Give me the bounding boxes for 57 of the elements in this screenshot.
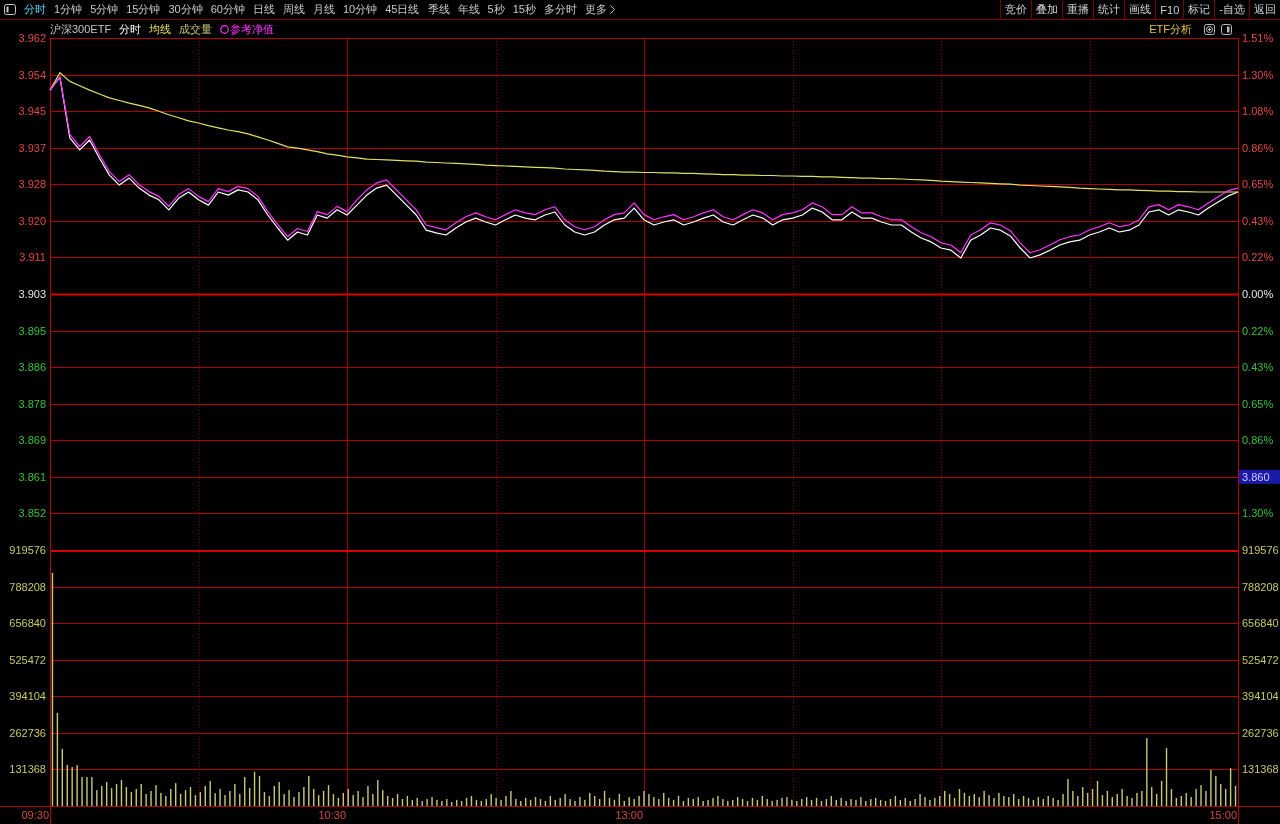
- volume-axis-label: 919576: [9, 544, 46, 556]
- time-axis-label: 15:00: [1209, 809, 1237, 821]
- percent-axis-label: 0.86%: [1242, 141, 1274, 154]
- price-axis-label: 3.954: [18, 68, 46, 81]
- percent-axis-label: 1.51%: [1242, 32, 1274, 44]
- price-marker: 3.860: [1239, 469, 1280, 484]
- time-axis-label: 13:00: [615, 809, 643, 821]
- volume-axis-label: 131368: [1242, 763, 1279, 776]
- percent-axis-label: 0.43%: [1242, 214, 1274, 227]
- time-axis-label: 10:30: [318, 809, 346, 821]
- volume-axis-label: 394104: [1242, 690, 1279, 703]
- percent-axis-label: 1.08%: [1242, 105, 1274, 118]
- volume-axis-label: 525472: [9, 653, 46, 666]
- panel-icon[interactable]: [4, 4, 16, 15]
- volume-axis-label: 262736: [1242, 726, 1279, 739]
- ring-icon: [220, 24, 230, 34]
- volume-axis-label: 656840: [9, 617, 46, 630]
- volume-axis-label: 788208: [1242, 580, 1279, 593]
- percent-axis-label: 0.65%: [1242, 397, 1274, 410]
- price-axis-label: 3.886: [18, 361, 46, 374]
- price-axis-label: 3.852: [18, 507, 46, 520]
- percent-axis-label: 0.22%: [1242, 324, 1274, 337]
- price-axis-label: 3.861: [18, 470, 46, 483]
- chevron-icon: [609, 5, 615, 14]
- price-axis-label: 3.928: [18, 178, 46, 191]
- price-axis-label: 3.962: [18, 32, 46, 44]
- volume-axis-label: 394104: [9, 690, 46, 703]
- legend-item[interactable]: 分时: [119, 21, 142, 37]
- price-axis-label: 3.920: [18, 214, 46, 227]
- legend-item[interactable]: 均线: [149, 21, 172, 37]
- price-axis-label: 3.911: [19, 251, 46, 264]
- price-axis-label: 3.903: [18, 288, 46, 300]
- etf-analysis-link[interactable]: ETF分析: [1149, 21, 1192, 37]
- price-axis-label: 3.945: [18, 105, 46, 118]
- percent-axis-label: 0.43%: [1242, 361, 1274, 374]
- security-name: 沪深300ETF: [50, 21, 112, 37]
- time-axis-label: 09:30: [21, 809, 49, 821]
- plus-circle-icon[interactable]: [1204, 23, 1215, 35]
- volume-axis-label: 656840: [1242, 617, 1279, 630]
- legend-item[interactable]: 参考净值: [220, 21, 275, 37]
- percent-axis-label: 0.65%: [1242, 178, 1274, 191]
- percent-axis-label: 1.30%: [1242, 68, 1274, 81]
- volume-axis-label: 788208: [9, 580, 46, 593]
- percent-axis-label: 0.86%: [1242, 434, 1274, 447]
- percent-axis-label: 0.00%: [1242, 288, 1274, 300]
- price-axis-label: 3.869: [18, 434, 46, 447]
- price-axis-label: 3.895: [18, 324, 46, 337]
- volume-axis-label: 262736: [9, 726, 46, 739]
- volume-axis-label: 919576: [1242, 544, 1279, 556]
- percent-axis-label: 1.30%: [1242, 507, 1274, 520]
- panel-icon[interactable]: [1221, 23, 1232, 35]
- legend-item[interactable]: 成交量: [179, 21, 213, 37]
- percent-axis-label: 0.22%: [1242, 251, 1274, 264]
- volume-axis-label: 131368: [9, 763, 46, 776]
- price-axis-label: 3.878: [18, 397, 46, 410]
- price-axis-label: 3.937: [18, 141, 46, 154]
- volume-axis-label: 525472: [1242, 653, 1279, 666]
